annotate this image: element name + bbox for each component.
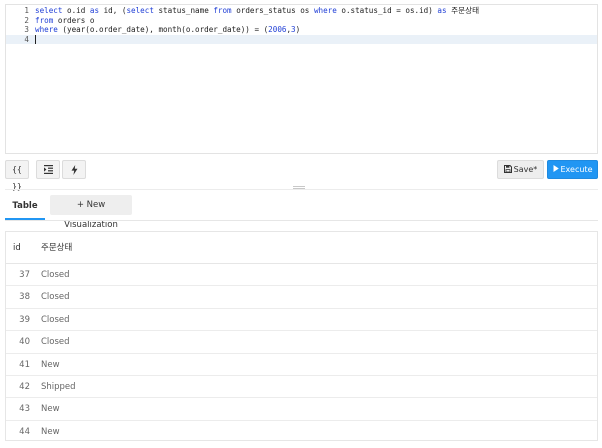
cell-status: New [41,404,60,415]
sql-keyword: from [213,6,232,15]
floppy-disk-icon [503,165,512,173]
sql-token: orders o [53,15,95,25]
save-button[interactable]: Save* [497,160,544,179]
format-query-button[interactable]: {{ }} [5,160,29,191]
code-line[interactable]: 1 select o.id as id, (select status_name … [6,6,597,16]
sql-keyword: where [313,6,337,15]
execute-label: Execute [560,165,593,174]
autocomplete-button[interactable] [62,160,86,179]
tabs-divider [5,220,598,221]
cell-status: Closed [41,337,70,348]
tab-table[interactable]: Table [5,194,45,220]
line-number: 4 [24,34,29,44]
sql-token: id, ( [99,6,127,15]
new-visualization-label: + New Visualization [64,200,118,230]
line-number: 3 [24,25,29,35]
code-text: from orders o [35,16,94,26]
code-line[interactable]: 2 from orders o [6,16,597,26]
code-text: where (year(o.order_date), month(o.order… [35,25,300,35]
sql-number: 2006 [268,25,287,35]
sql-token: ) [295,25,301,35]
cell-id: 40 [19,337,30,348]
save-label: Save* [513,165,538,174]
cell-id: 38 [19,292,30,303]
cell-id: 42 [19,381,30,392]
line-number: 1 [24,6,29,15]
table-row: 41 New [6,354,597,376]
table-row: 37 Closed [6,264,597,287]
table-row: 39 Closed [6,309,597,332]
line-number: 2 [24,15,29,25]
sql-keyword: as [89,6,100,15]
table-row: 40 Closed [6,331,597,354]
table-body: 37 Closed 38 Closed 39 Closed 40 Closed 41 New 42 S… [6,264,597,440]
cell-status: New [41,359,60,370]
code-text: select o.id as id, (select status_name f… [35,6,479,16]
sql-keyword: select [35,6,63,15]
cell-id: 44 [19,426,30,437]
play-icon [553,165,559,172]
sql-token: o.status_id = os.id) [336,6,438,15]
lightning-icon [71,165,77,175]
code-text [35,34,36,45]
divider [5,189,598,190]
sql-keyword: from [35,15,54,25]
sql-editor[interactable]: 1 select o.id as id, (select status_name … [5,4,598,154]
text-cursor [35,34,36,44]
cell-id: 41 [19,359,30,370]
table-header: id 주문상태 [6,232,597,264]
cell-id: 39 [19,314,30,325]
cell-id: 43 [19,404,30,415]
cell-status: Closed [41,270,70,280]
new-visualization-button[interactable]: + New Visualization [50,195,132,230]
cell-status: Closed [41,292,70,303]
format-label: {{ }} [12,165,22,191]
column-header-id[interactable]: id [13,232,21,264]
sql-token: status_name [153,6,214,15]
cell-status: Closed [41,314,70,325]
sql-token: 주문상태 [446,6,480,15]
cell-status: Shipped [41,381,76,392]
sql-keyword: select [126,6,154,15]
tab-table-label: Table [12,201,38,211]
sql-token: (year(o.order_date), month(o.order_date)… [57,25,269,35]
code-line[interactable]: 3 where (year(o.order_date), month(o.orde… [6,25,597,35]
execute-button[interactable]: Execute [547,160,598,179]
sql-token: orders_status os [231,6,314,15]
indent-icon [43,165,53,174]
table-row: 43 New [6,398,597,421]
column-header-status[interactable]: 주문상태 [41,232,72,264]
results-table: id 주문상태 37 Closed 38 Closed 39 Closed 40 Closed… [5,231,598,441]
sql-token: o.id [62,6,90,15]
table-row: 38 Closed [6,286,597,309]
table-row: 44 New [6,421,597,440]
sql-keyword: as [437,6,447,15]
indent-button[interactable] [36,160,60,179]
sql-keyword: where [35,25,58,35]
cell-id: 37 [19,270,30,280]
cell-status: New [41,426,60,437]
code-line[interactable]: 4 [6,34,597,45]
table-row: 42 Shipped [6,376,597,399]
